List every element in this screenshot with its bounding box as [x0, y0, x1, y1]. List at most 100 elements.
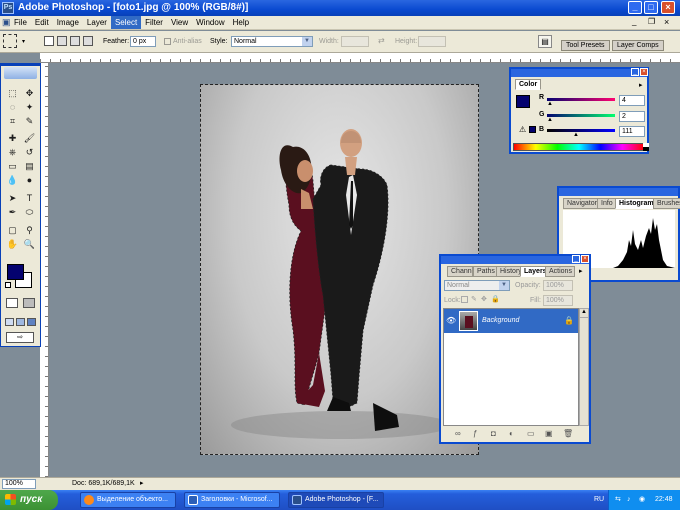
magic-wand-icon[interactable]: ✦ [22, 100, 37, 114]
feather-logo-icon[interactable] [4, 67, 37, 79]
history-brush-icon[interactable]: ↺ [22, 145, 37, 159]
standard-mode-icon[interactable] [6, 298, 18, 308]
fill-input[interactable]: 100% [543, 295, 573, 306]
quick-mask-icon[interactable] [23, 298, 35, 308]
new-group-icon[interactable]: ▭ [527, 429, 535, 438]
tab-brushes[interactable]: Brushes [653, 198, 680, 209]
screen-mode-menu-icon[interactable] [16, 318, 25, 326]
eraser-tool-icon[interactable]: ▭ [5, 159, 20, 173]
minimize-button[interactable]: _ [628, 1, 642, 14]
maximize-button[interactable]: □ [644, 1, 658, 14]
doc-close-button[interactable]: × [664, 17, 669, 27]
zoom-field[interactable]: 100% [2, 479, 36, 489]
menu-item-view[interactable]: View [167, 16, 192, 29]
panel-close-icon[interactable]: × [640, 68, 648, 76]
subtract-selection-icon[interactable] [70, 36, 80, 46]
layers-panel-minimize-icon[interactable]: _ [572, 255, 580, 263]
screen-mode-standard-icon[interactable] [5, 318, 14, 326]
crop-tool-icon[interactable]: ⌗ [5, 114, 20, 128]
layer-style-icon[interactable]: ƒ [473, 429, 477, 438]
photoshop-app-icon[interactable]: Ps [2, 2, 14, 14]
document-canvas[interactable] [200, 84, 479, 455]
panel-minimize-icon[interactable]: _ [631, 68, 639, 76]
shape-tool-icon[interactable]: ⬭ [22, 205, 37, 219]
tab-info[interactable]: Info [597, 198, 617, 209]
layer-comps-tab[interactable]: Layer Comps [612, 40, 664, 51]
marquee-tool-icon[interactable]: ⬚ [5, 86, 20, 100]
b-slider-track[interactable] [547, 129, 615, 132]
new-selection-icon[interactable] [44, 36, 54, 46]
lock-move-icon[interactable]: ✥ [481, 295, 487, 303]
lasso-tool-icon[interactable]: ◌ [5, 100, 20, 114]
pen-tool-icon[interactable]: ✒ [5, 205, 20, 219]
jump-to-imageready-icon[interactable]: ⇨ [6, 332, 34, 343]
hand-tool-icon[interactable]: ✋ [5, 237, 20, 251]
panel-menu-icon[interactable]: ▸ [639, 81, 643, 89]
opacity-input[interactable]: 100% [543, 280, 573, 291]
menu-item-file[interactable]: File [10, 16, 31, 29]
r-slider-track[interactable] [547, 98, 615, 101]
black-white-ramp[interactable] [643, 143, 649, 151]
color-panel-foreground-swatch[interactable] [516, 95, 530, 108]
default-colors-icon[interactable] [5, 282, 11, 288]
screen-mode-full-icon[interactable] [27, 318, 36, 326]
b-slider-thumb-icon[interactable]: ▲ [573, 132, 579, 138]
layer-name[interactable]: Background [482, 317, 519, 324]
menu-item-filter[interactable]: Filter [141, 16, 167, 29]
preset-dropdown-arrow-icon[interactable]: ▾ [22, 38, 25, 45]
doc-restore-button[interactable]: ❐ [648, 17, 655, 26]
clone-stamp-icon[interactable]: ⎈ [5, 145, 20, 159]
menu-item-edit[interactable]: Edit [31, 16, 53, 29]
feather-input[interactable]: 0 px [130, 36, 156, 47]
doc-minimize-button[interactable]: _ [632, 17, 636, 26]
layers-panel-menu-icon[interactable]: ▸ [579, 267, 583, 275]
palette-well-icon[interactable]: ▤ [538, 35, 552, 48]
lock-transparency-icon[interactable] [461, 296, 468, 303]
tray-app-icon[interactable]: ◉ [639, 490, 645, 510]
task-button-browser[interactable]: Выделение объекто... [80, 492, 176, 508]
notes-tool-icon[interactable]: ▢ [5, 223, 20, 237]
task-button-word[interactable]: Заголовки - Microsof... [184, 492, 280, 508]
task-button-photoshop[interactable]: Adobe Photoshop - [F... [288, 492, 384, 508]
height-input[interactable] [418, 36, 446, 47]
clock[interactable]: 22:48 [655, 490, 673, 510]
color-spectrum-ramp[interactable] [513, 143, 645, 151]
antialias-checkbox[interactable] [164, 38, 171, 45]
g-slider-thumb-icon[interactable]: ▲ [547, 117, 553, 123]
type-tool-icon[interactable]: T [22, 191, 37, 205]
trash-icon[interactable]: 🗑 [563, 429, 573, 438]
path-selection-icon[interactable]: ➤ [5, 191, 20, 205]
swap-dimensions-icon[interactable]: ⇄ [378, 36, 385, 45]
intersect-selection-icon[interactable] [83, 36, 93, 46]
tab-channels[interactable]: Channels [447, 266, 473, 277]
tab-color[interactable]: Color [515, 79, 542, 90]
tool-presets-tab[interactable]: Tool Presets [561, 40, 610, 51]
gamut-warning-icon[interactable]: ⚠ [519, 125, 526, 134]
brush-tool-icon[interactable]: 🖌 [22, 131, 37, 145]
b-value-input[interactable]: 111 [619, 126, 645, 137]
network-icon[interactable]: ⇆ [615, 490, 621, 510]
zoom-tool-icon[interactable]: 🔍 [22, 237, 37, 251]
move-tool-icon[interactable]: ✥ [22, 86, 37, 100]
blend-mode-select[interactable]: Normal ▼ [444, 280, 510, 291]
dodge-tool-icon[interactable]: ● [22, 173, 37, 187]
blur-tool-icon[interactable]: 💧 [5, 173, 20, 187]
menu-item-window[interactable]: Window [192, 16, 228, 29]
lock-brush-icon[interactable]: ✎ [471, 295, 477, 303]
status-menu-icon[interactable]: ▸ [140, 478, 144, 490]
eye-icon[interactable]: 👁 [446, 316, 456, 325]
marquee-tool-preset-icon[interactable] [3, 34, 17, 48]
r-value-input[interactable]: 4 [619, 95, 645, 106]
gamut-swatch[interactable] [529, 126, 536, 133]
healing-brush-icon[interactable]: ✚ [5, 131, 20, 145]
eyedropper-icon[interactable]: ⚲ [22, 223, 37, 237]
language-indicator[interactable]: RU [594, 490, 604, 510]
new-layer-icon[interactable]: ▣ [545, 429, 553, 438]
menu-item-layer[interactable]: Layer [83, 16, 111, 29]
scroll-up-icon[interactable]: ▲ [580, 309, 588, 318]
style-select[interactable]: Normal ▼ [231, 36, 313, 47]
width-input[interactable] [341, 36, 369, 47]
r-slider-thumb-icon[interactable]: ▲ [547, 101, 553, 107]
volume-icon[interactable]: ♪ [627, 490, 631, 510]
layer-row-background[interactable]: 👁 Background 🔒 [444, 309, 578, 333]
